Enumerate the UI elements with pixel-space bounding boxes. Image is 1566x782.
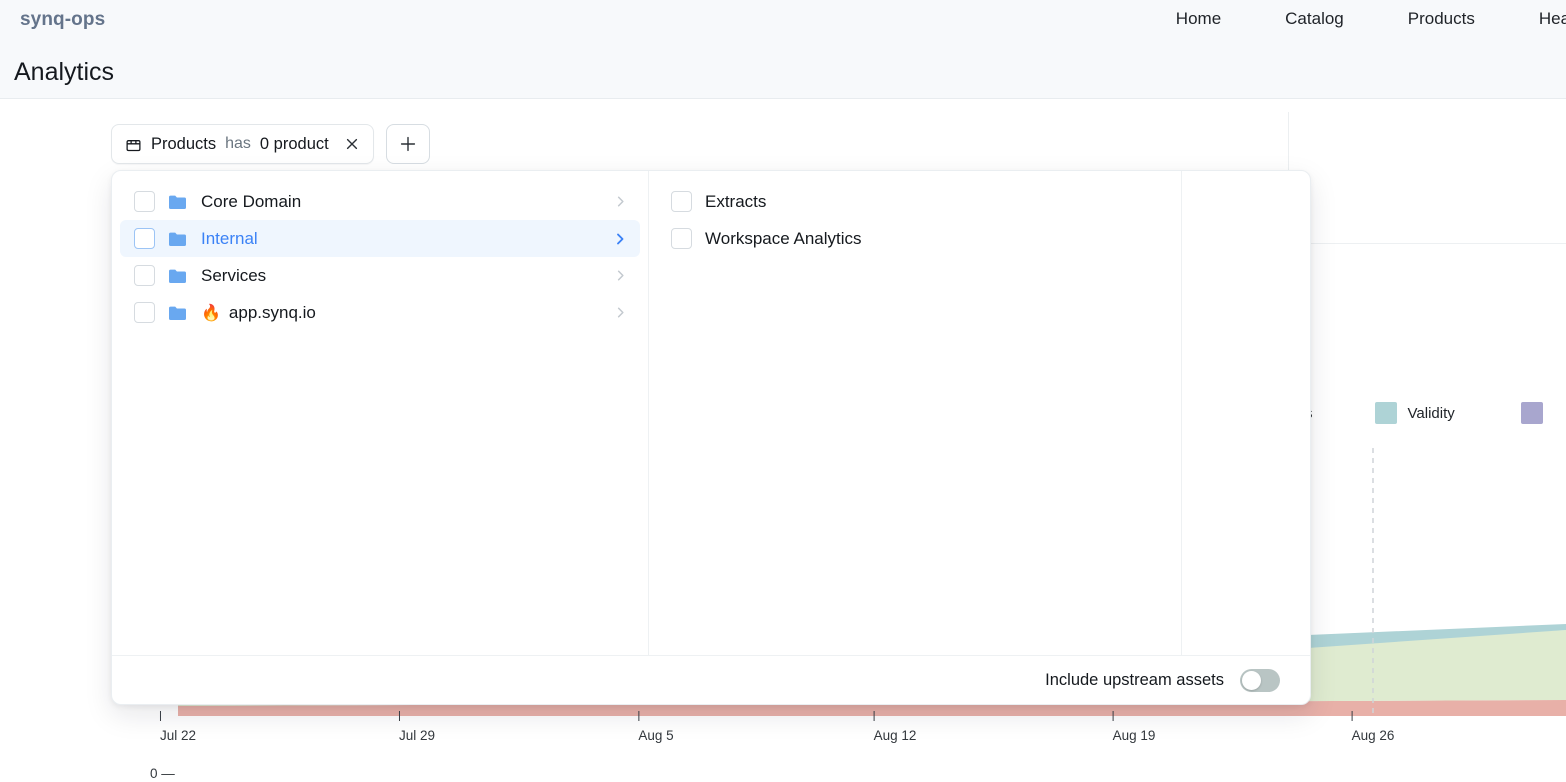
filter-bar: Products has 0 product xyxy=(111,124,430,164)
nav-item-catalog[interactable]: Catalog xyxy=(1285,9,1344,29)
folder-icon xyxy=(168,194,188,210)
chart-legend: s Validity xyxy=(1300,398,1566,432)
checkbox[interactable] xyxy=(671,228,692,249)
checkbox[interactable] xyxy=(671,191,692,212)
x-tick: Jul 29 xyxy=(398,711,435,743)
legend-swatch-validity xyxy=(1374,402,1397,424)
x-tick: Jul 22 xyxy=(159,711,196,743)
checkbox[interactable] xyxy=(134,228,155,249)
list-item-label: Internal xyxy=(201,228,258,248)
checkbox[interactable] xyxy=(134,191,155,212)
chevron-right-icon[interactable] xyxy=(613,268,628,283)
list-item-services[interactable]: Services xyxy=(120,257,640,294)
legend-label-validity: Validity xyxy=(1407,404,1455,422)
top-bar: synq-ops Home Catalog Products Health An… xyxy=(0,0,1566,99)
card-divider xyxy=(1288,243,1566,244)
list-item-label: Core Domain xyxy=(201,191,302,211)
nav-item-health[interactable]: Health xyxy=(1539,9,1566,29)
main-nav: Home Catalog Products Health xyxy=(1112,9,1566,29)
include-upstream-assets-toggle[interactable] xyxy=(1240,668,1280,692)
list-item-extracts[interactable]: Extracts xyxy=(657,183,1173,220)
popup-column-empty xyxy=(1182,171,1310,655)
toggle-knob xyxy=(1242,670,1261,690)
folder-icon xyxy=(168,305,188,321)
x-tick: Aug 12 xyxy=(873,711,916,743)
filter-chip-operator: has xyxy=(225,135,251,152)
list-item-label: app.synq.io xyxy=(228,302,316,322)
filter-chip-value: 0 product xyxy=(259,134,329,153)
nav-item-products[interactable]: Products xyxy=(1408,9,1475,29)
list-item-label: Extracts xyxy=(705,191,767,211)
list-item-label: Workspace Analytics xyxy=(705,228,862,248)
chevron-right-icon[interactable] xyxy=(613,194,628,209)
package-icon xyxy=(125,136,142,153)
nav-item-home[interactable]: Home xyxy=(1176,9,1221,29)
chart-x-axis: Jul 22 Jul 29 Aug 5 Aug 12 Aug 19 Aug 26 xyxy=(0,711,1566,758)
brand-logo[interactable]: synq-ops xyxy=(20,9,105,31)
legend-swatch-purple xyxy=(1520,402,1543,424)
popup-footer: Include upstream assets xyxy=(112,655,1310,704)
folder-icon xyxy=(168,231,188,247)
popup-column-domains: Core Domain Internal Services 🔥 app.synq… xyxy=(112,171,649,655)
list-item-core-domain[interactable]: Core Domain xyxy=(120,183,640,220)
popup-columns: Core Domain Internal Services 🔥 app.synq… xyxy=(112,171,1310,655)
list-item-internal[interactable]: Internal xyxy=(120,220,640,257)
chevron-right-icon[interactable] xyxy=(612,231,628,247)
close-icon[interactable] xyxy=(344,136,360,152)
list-item-app-synq-io[interactable]: 🔥 app.synq.io xyxy=(120,294,640,331)
x-tick: Aug 5 xyxy=(638,711,674,743)
popup-column-subitems: Extracts Workspace Analytics xyxy=(649,171,1182,655)
page-title: Analytics xyxy=(14,58,115,86)
x-tick: Aug 19 xyxy=(1112,711,1155,743)
checkbox[interactable] xyxy=(134,302,155,323)
filter-chip-field: Products xyxy=(151,134,217,153)
add-filter-button[interactable] xyxy=(385,124,430,164)
y-axis-tick-zero: 0 — xyxy=(150,766,175,781)
list-item-label: Services xyxy=(201,265,267,285)
plus-icon xyxy=(400,136,415,152)
products-filter-popup: Core Domain Internal Services 🔥 app.synq… xyxy=(111,170,1311,705)
list-item-workspace-analytics[interactable]: Workspace Analytics xyxy=(657,220,1173,257)
include-upstream-assets-label: Include upstream assets xyxy=(1045,670,1224,689)
checkbox[interactable] xyxy=(134,265,155,286)
folder-icon xyxy=(168,268,188,284)
fire-emoji-icon: 🔥 xyxy=(201,304,221,322)
chevron-right-icon[interactable] xyxy=(613,305,628,320)
x-tick: Aug 26 xyxy=(1351,711,1394,743)
filter-chip-products[interactable]: Products has 0 product xyxy=(111,124,374,164)
